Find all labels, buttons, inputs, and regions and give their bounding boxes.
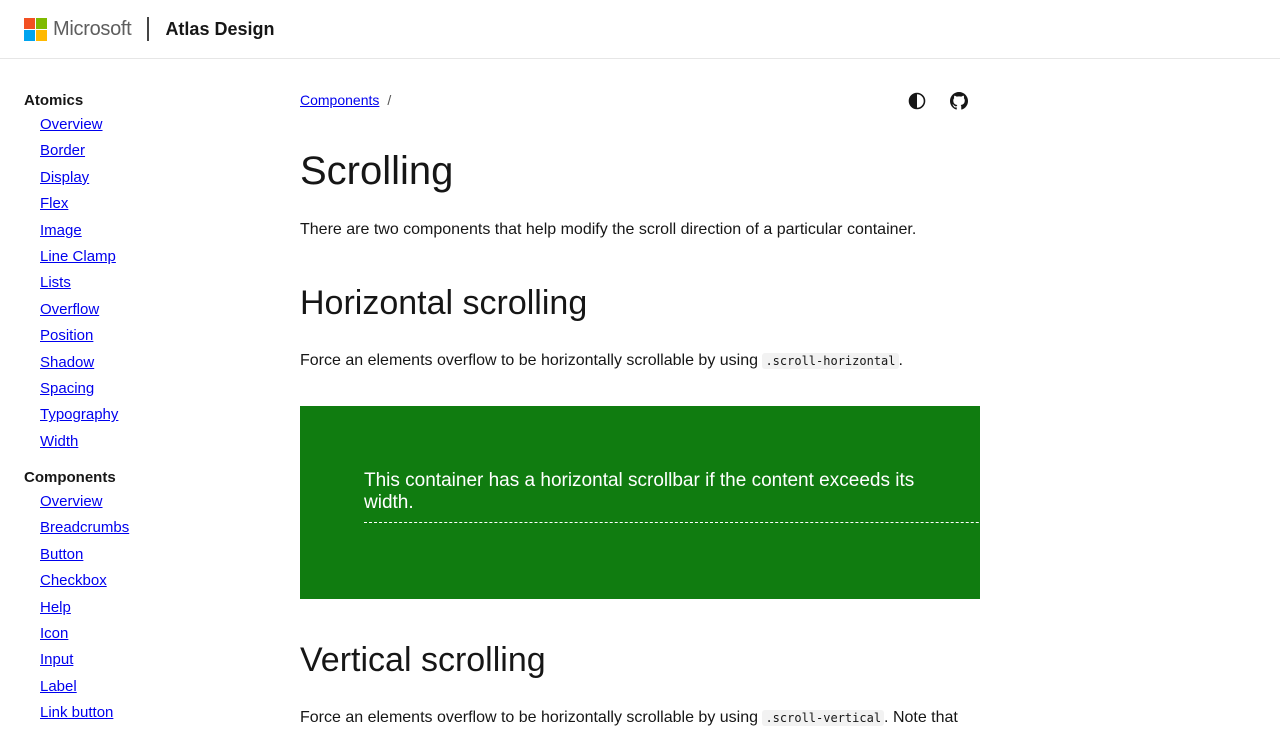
horizontal-description: Force an elements overflow to be horizon… <box>300 352 903 369</box>
vertical-description: Force an elements overflow to be horizon… <box>300 709 958 726</box>
sidebar-item-position[interactable]: Position <box>40 323 264 349</box>
sidebar-item-border[interactable]: Border <box>40 138 264 164</box>
horizontal-scroll-demo[interactable]: This container has a horizontal scrollba… <box>300 406 980 599</box>
sidebar-item-lists[interactable]: Lists <box>40 270 264 296</box>
sidebar-item-link-button[interactable]: Link button <box>40 700 264 726</box>
dashed-overflow-line <box>364 522 980 523</box>
section-heading-horizontal: Horizontal scrolling <box>300 284 588 322</box>
page-title: Scrolling <box>300 149 454 193</box>
sidebar-item-flex[interactable]: Flex <box>40 191 264 217</box>
sidebar-item-width[interactable]: Width <box>40 429 264 455</box>
sidebar-item-spacing[interactable]: Spacing <box>40 376 264 402</box>
divider <box>147 17 150 41</box>
sidebar-item-checkbox[interactable]: Checkbox <box>40 568 264 594</box>
sidebar-item-shadow[interactable]: Shadow <box>40 350 264 376</box>
sidebar-item-button[interactable]: Button <box>40 542 264 568</box>
sidebar-nav: Atomics Overview Border Display Flex Image Lin… <box>24 90 264 739</box>
sidebar-group-components: Components Overview Breadcrumbs Button Check… <box>24 467 264 727</box>
sidebar-item-typography[interactable]: Typography <box>40 402 264 428</box>
intro-text: There are two components that help modif… <box>300 221 917 238</box>
breadcrumb: Components / <box>300 92 391 110</box>
breadcrumb-components[interactable]: Components <box>300 92 379 108</box>
sidebar-item-line-clamp[interactable]: Line Clamp <box>40 244 264 270</box>
sidebar-item-overview[interactable]: Overview <box>40 112 264 138</box>
product-name[interactable]: Atlas Design <box>165 19 274 40</box>
sidebar-item-breadcrumbs[interactable]: Breadcrumbs <box>40 515 264 541</box>
code-scroll-vertical: .scroll-vertical <box>762 710 885 726</box>
sidebar-item-overflow[interactable]: Overflow <box>40 297 264 323</box>
demo-text: This container has a horizontal scrollba… <box>364 470 915 513</box>
sidebar-heading: Components <box>24 469 116 487</box>
sidebar-item-label[interactable]: Label <box>40 674 264 700</box>
sidebar-item-input[interactable]: Input <box>40 647 264 673</box>
sidebar-item-icon[interactable]: Icon <box>40 621 264 647</box>
sidebar-item-help[interactable]: Help <box>40 595 264 621</box>
theme-toggle-icon[interactable] <box>908 92 926 110</box>
sidebar-item-overview[interactable]: Overview <box>40 489 264 515</box>
sidebar-item-display[interactable]: Display <box>40 165 264 191</box>
sidebar-group-atomics: Atomics Overview Border Display Flex Image Lin… <box>24 90 264 455</box>
sidebar-heading: Atomics <box>24 92 84 109</box>
microsoft-logo-icon <box>24 17 47 41</box>
brand-name[interactable]: Microsoft <box>53 18 132 41</box>
breadcrumb-separator: / <box>387 92 392 108</box>
code-scroll-horizontal: .scroll-horizontal <box>762 353 899 369</box>
main-content: Components / Scrolling There are two comp… <box>300 88 980 730</box>
section-heading-vertical: Vertical scrolling <box>300 641 546 679</box>
github-icon[interactable] <box>950 92 968 110</box>
site-header: Microsoft Atlas Design <box>0 0 1280 59</box>
sidebar-item-image[interactable]: Image <box>40 218 264 244</box>
